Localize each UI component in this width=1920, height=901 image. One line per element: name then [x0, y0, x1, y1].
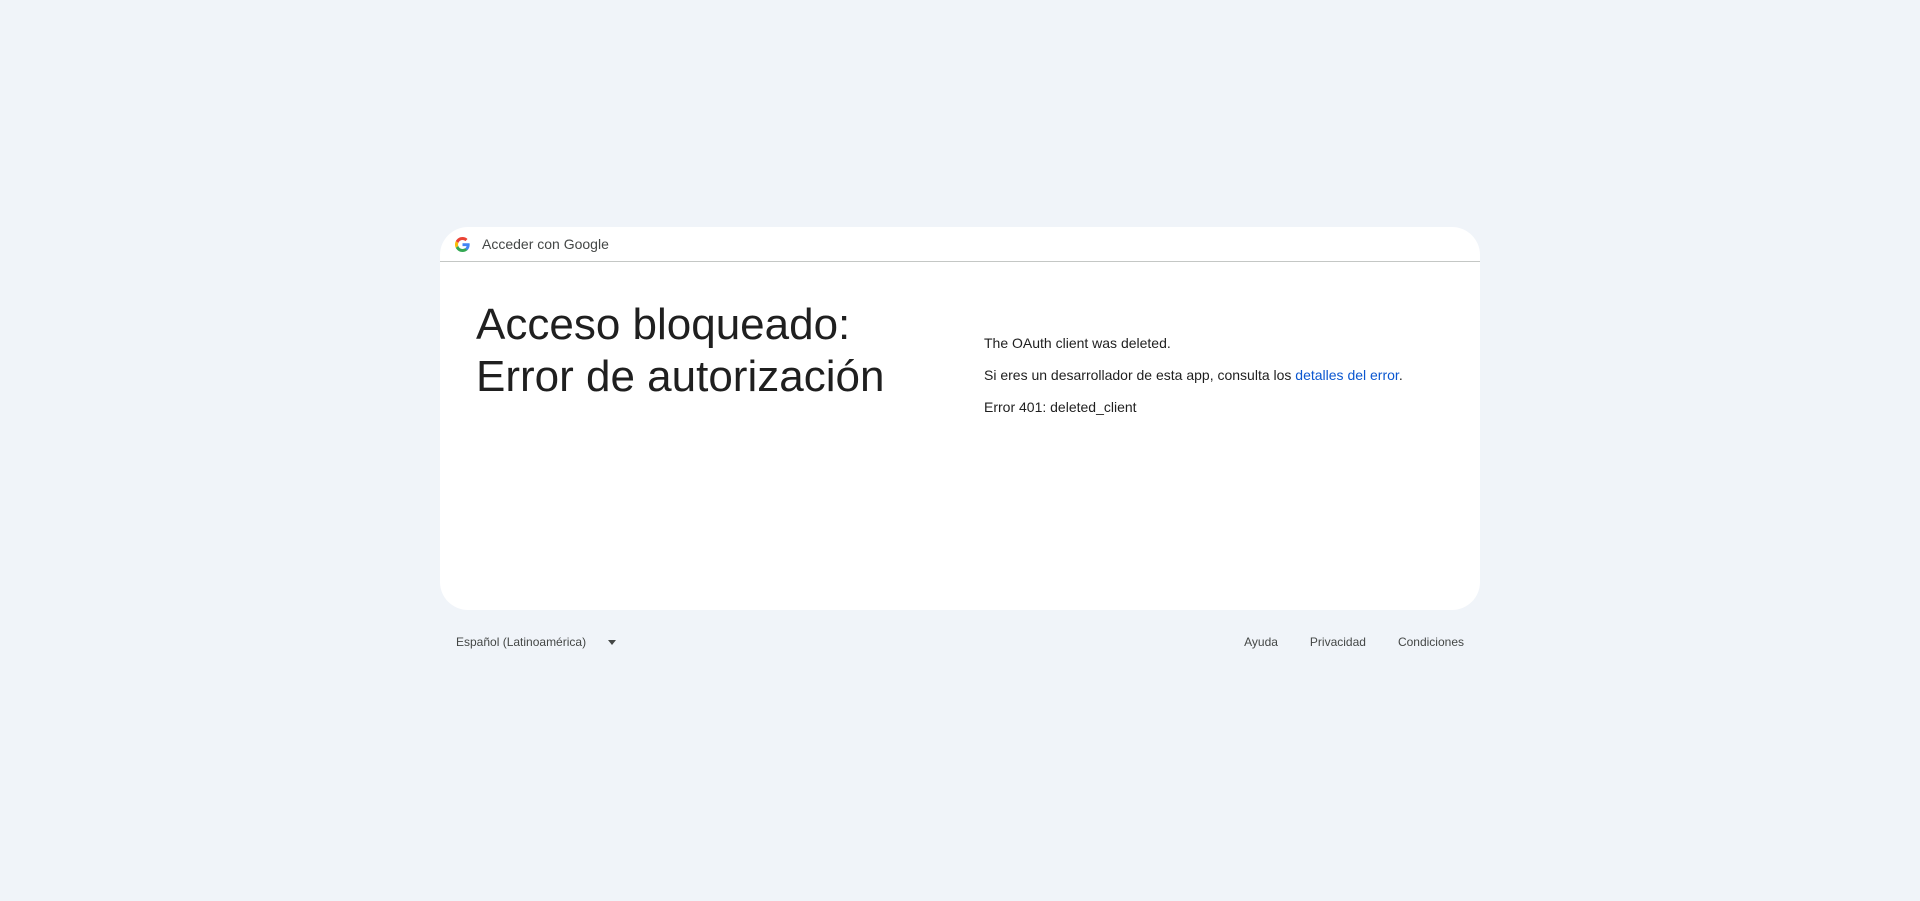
page-title-line2: Error de autorización [476, 352, 885, 401]
developer-note: Si eres un desarrollador de esta app, co… [984, 367, 1403, 384]
terms-link[interactable]: Condiciones [1398, 635, 1464, 649]
page-title: Acceso bloqueado: Error de autorización [476, 299, 884, 403]
language-label: Español (Latinoamérica) [456, 635, 587, 649]
card-header: Acceder con Google [440, 227, 1480, 262]
developer-note-end: . [1398, 367, 1403, 383]
footer-links: Ayuda Privacidad Condiciones [1212, 635, 1464, 649]
error-message: The OAuth client was deleted. [984, 335, 1171, 351]
language-selector[interactable]: Español (Latinoamérica) [456, 635, 617, 649]
google-g-icon [455, 236, 470, 252]
page-title-line1: Acceso bloqueado: [476, 300, 851, 349]
error-details: The OAuth client was deleted. Si eres un… [984, 335, 1403, 431]
auth-error-card: Acceder con Google Acceso bloqueado: Err… [440, 227, 1480, 610]
error-details-link[interactable]: detalles del error [1295, 367, 1399, 383]
footer: Español (Latinoamérica) Ayuda Privacidad… [440, 632, 1480, 654]
privacy-link[interactable]: Privacidad [1310, 635, 1366, 649]
header-title: Acceder con Google [482, 236, 609, 252]
help-link[interactable]: Ayuda [1244, 635, 1278, 649]
developer-note-text: Si eres un desarrollador de esta app, co… [984, 367, 1296, 383]
caret-down-icon [608, 639, 617, 645]
error-code: Error 401: deleted_client [984, 399, 1137, 415]
